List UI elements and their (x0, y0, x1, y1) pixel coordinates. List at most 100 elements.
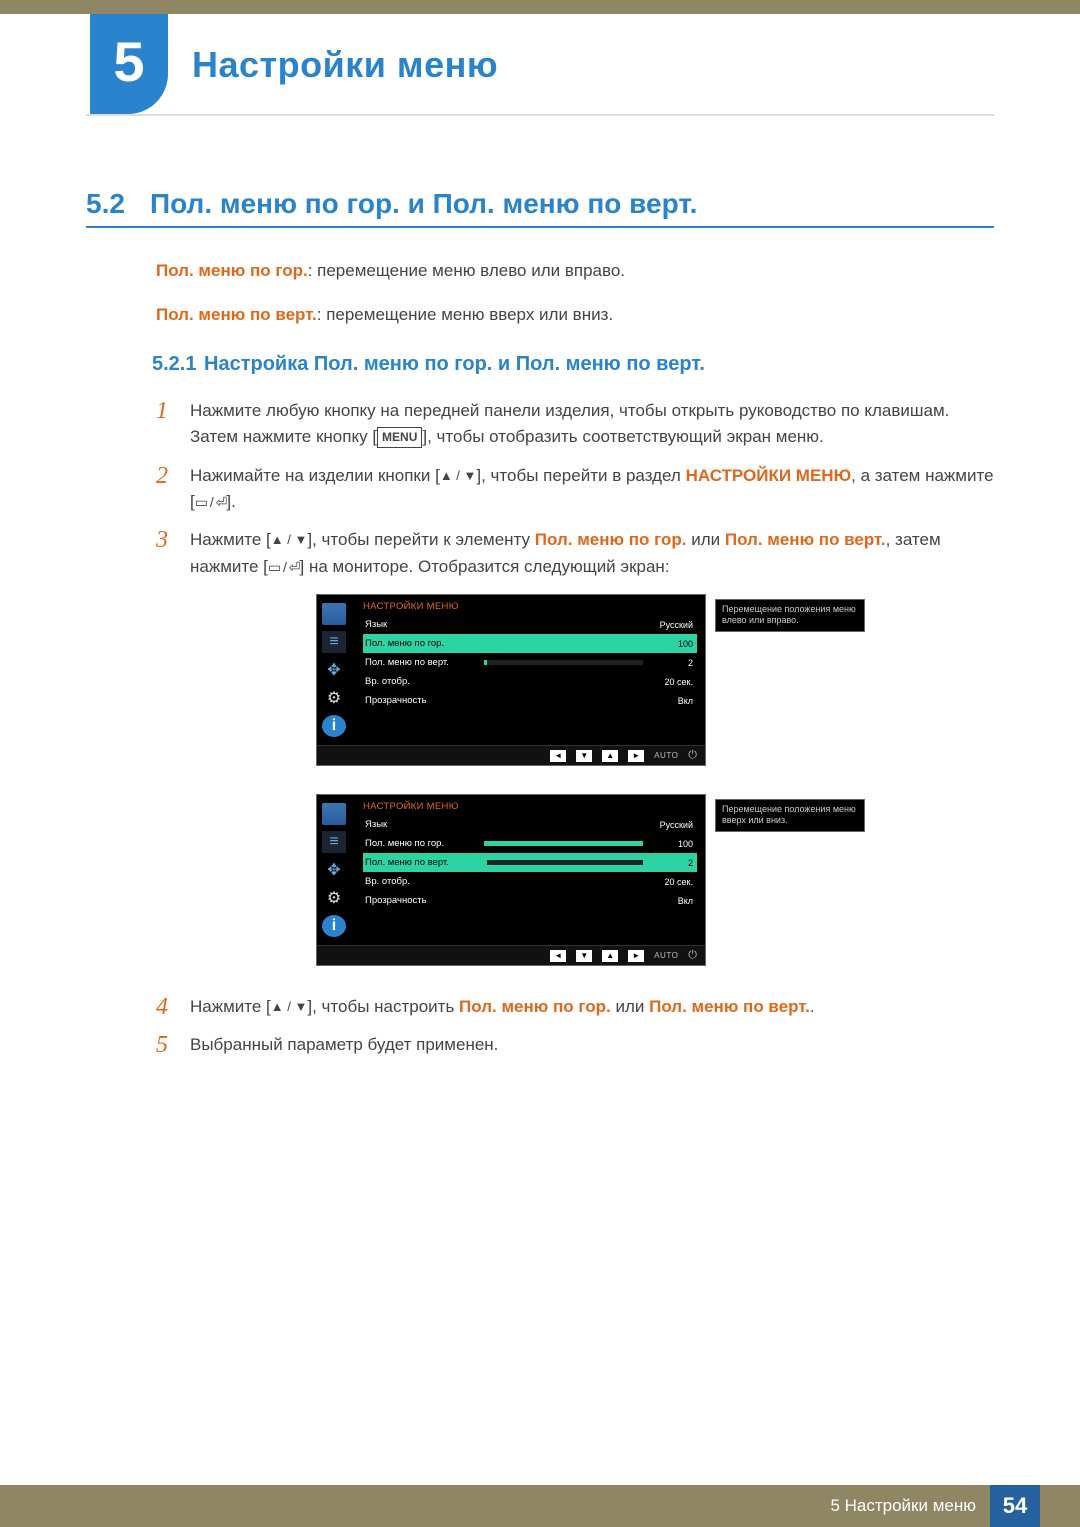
step-text: Выбранный параметр будет применен. (190, 1032, 498, 1058)
inline-bold: Пол. меню по гор. (535, 530, 687, 549)
step-number: 4 (156, 994, 190, 1020)
osd-row-label: Пол. меню по верт. (363, 657, 478, 668)
osd-sidebar: ≡ ✥ ⚙ i (317, 599, 351, 741)
monitor-icon (322, 603, 346, 625)
nav-auto-label: AUTO (654, 951, 678, 960)
osd-row: Прозрачность Вкл (363, 891, 697, 910)
monitor-icon (322, 803, 346, 825)
nav-up-icon: ▲ (602, 950, 618, 962)
osd-nav-bar: ◄ ▼ ▲ ► AUTO ⏻ (317, 945, 705, 965)
osd-row: Вр. отобр. 20 сек. (363, 872, 697, 891)
osd-row: Пол. меню по гор. 100 (363, 634, 697, 653)
osd-row: Пол. меню по гор. 100 (363, 834, 697, 853)
chapter-header: 5 Настройки меню (0, 0, 1080, 114)
osd-row-label: Пол. меню по верт. (363, 857, 478, 868)
enter-icon: ▭ / ⏎ (195, 494, 227, 510)
content-area: 5.2Пол. меню по гор. и Пол. меню по верт… (0, 188, 1080, 1059)
osd-title: НАСТРОЙКИ МЕНЮ (363, 801, 697, 812)
osd-row-value: 2 (649, 858, 697, 868)
osd-row-label: Пол. меню по гор. (363, 638, 478, 649)
osd-row-value: 20 сек. (649, 677, 697, 687)
chapter-title: Настройки меню (192, 44, 498, 86)
step-text: Нажмите [▲ / ▼], чтобы перейти к элемент… (190, 527, 994, 580)
text-fragment: ], чтобы перейти в раздел (476, 466, 685, 485)
intro-label-1: Пол. меню по гор. (156, 261, 308, 280)
osd-panel-2: ≡ ✥ ⚙ i НАСТРОЙКИ МЕНЮ ЯзыкРусскийПол. м… (316, 794, 706, 966)
top-band (0, 0, 1080, 14)
nav-right-icon: ► (628, 750, 644, 762)
osd-row-value: 100 (649, 639, 697, 649)
text-fragment: Нажмите [ (190, 997, 271, 1016)
page-footer: 5 Настройки меню 54 (0, 1485, 1080, 1527)
gear-icon: ⚙ (322, 687, 346, 709)
osd-slider (484, 879, 643, 884)
step-text: Нажмите любую кнопку на передней панели … (190, 398, 994, 451)
footer-label: 5 Настройки меню (830, 1496, 976, 1516)
list-icon: ≡ (322, 831, 346, 853)
up-down-icon: ▲ / ▼ (440, 468, 477, 483)
section-number: 5.2 (86, 188, 150, 220)
steps-list: 1 Нажмите любую кнопку на передней панел… (156, 398, 994, 580)
up-down-icon: ▲ / ▼ (271, 532, 308, 547)
osd-row-value: 2 (649, 658, 697, 668)
step-text: Нажимайте на изделии кнопки [▲ / ▼], что… (190, 463, 994, 516)
intro-line-2: Пол. меню по верт.: перемещение меню вве… (156, 302, 994, 328)
osd-main: НАСТРОЙКИ МЕНЮ ЯзыкРусскийПол. меню по г… (355, 795, 705, 945)
osd-row-label: Язык (363, 819, 478, 830)
list-icon: ≡ (322, 631, 346, 653)
osd-row-label: Вр. отобр. (363, 676, 478, 687)
osd-row: ЯзыкРусский (363, 615, 697, 634)
osd-row: Вр. отобр. 20 сек. (363, 672, 697, 691)
osd-row-value: Русский (649, 620, 697, 630)
text-fragment: ] на мониторе. Отобразится следующий экр… (300, 557, 670, 576)
nav-left-icon: ◄ (550, 950, 566, 962)
osd-row: Пол. меню по верт. 2 (363, 653, 697, 672)
osd-nav-bar: ◄ ▼ ▲ ► AUTO ⏻ (317, 745, 705, 765)
osd-slider (484, 679, 643, 684)
osd-slider (484, 622, 643, 627)
step-number: 2 (156, 463, 190, 489)
osd-row-label: Прозрачность (363, 895, 478, 906)
step-4: 4 Нажмите [▲ / ▼], чтобы настроить Пол. … (156, 994, 994, 1020)
subsection-number: 5.2.1 (152, 353, 204, 376)
osd-row-value: 20 сек. (649, 877, 697, 887)
text-fragment: ], чтобы перейти к элементу (307, 530, 534, 549)
step-text: Нажмите [▲ / ▼], чтобы настроить Пол. ме… (190, 994, 815, 1020)
position-icon: ✥ (322, 859, 346, 881)
intro-line-1: Пол. меню по гор.: перемещение меню влев… (156, 258, 994, 284)
inline-bold: НАСТРОЙКИ МЕНЮ (686, 466, 852, 485)
info-icon: i (322, 715, 346, 737)
text-fragment: ]. (226, 492, 235, 511)
osd-title: НАСТРОЙКИ МЕНЮ (363, 601, 697, 612)
power-icon: ⏻ (688, 949, 697, 962)
osd-screenshots: ≡ ✥ ⚙ i НАСТРОЙКИ МЕНЮ ЯзыкРусскийПол. м… (316, 594, 994, 966)
gear-icon: ⚙ (322, 887, 346, 909)
osd-row-label: Вр. отобр. (363, 876, 478, 887)
step-number: 3 (156, 527, 190, 553)
osd-row: Пол. меню по верт. 2 (363, 853, 697, 872)
subsection-title: Настройка Пол. меню по гор. и Пол. меню … (204, 353, 705, 375)
osd-row-label: Пол. меню по гор. (363, 838, 478, 849)
menu-key-icon: MENU (377, 427, 422, 448)
intro-label-2: Пол. меню по верт. (156, 305, 317, 324)
step-5: 5 Выбранный параметр будет применен. (156, 1032, 994, 1058)
section-title: Пол. меню по гор. и Пол. меню по верт. (150, 188, 697, 219)
text-fragment: ], чтобы настроить (307, 997, 459, 1016)
osd-tooltip: Перемещение положения меню влево или впр… (715, 599, 865, 632)
intro-text-1: : перемещение меню влево или вправо. (308, 261, 625, 280)
osd-row-label: Прозрачность (363, 695, 478, 706)
osd-main: НАСТРОЙКИ МЕНЮ ЯзыкРусскийПол. меню по г… (355, 595, 705, 745)
osd-slider (484, 822, 643, 827)
nav-up-icon: ▲ (602, 750, 618, 762)
nav-down-icon: ▼ (576, 950, 592, 962)
footer-page-number: 54 (990, 1485, 1040, 1527)
osd-row-value: 100 (649, 839, 697, 849)
nav-left-icon: ◄ (550, 750, 566, 762)
osd-rows: ЯзыкРусскийПол. меню по гор.100Пол. меню… (363, 815, 697, 910)
osd-rows: ЯзыкРусскийПол. меню по гор.100Пол. меню… (363, 615, 697, 710)
power-icon: ⏻ (688, 749, 697, 762)
osd-slider (484, 898, 643, 903)
text-fragment: или (611, 997, 649, 1016)
up-down-icon: ▲ / ▼ (271, 999, 308, 1014)
osd-row-value: Вкл (649, 896, 697, 906)
